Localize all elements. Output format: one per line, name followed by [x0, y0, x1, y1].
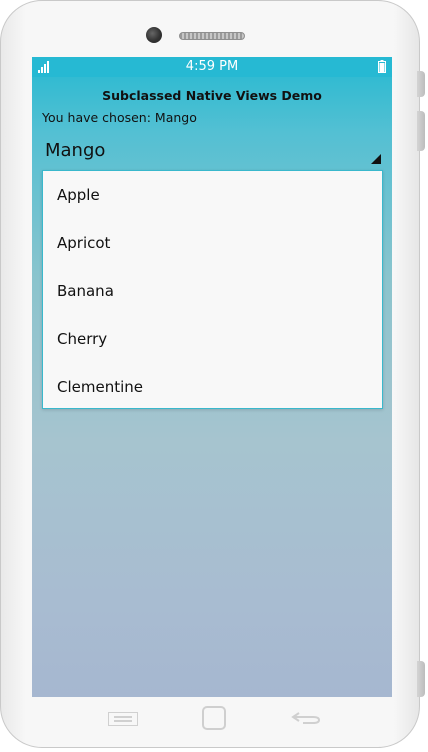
- chosen-label: You have chosen: Mango: [42, 110, 197, 125]
- dropdown-list: Apple Apricot Banana Cherry Clementine: [42, 170, 383, 409]
- menu-icon[interactable]: [108, 712, 138, 726]
- battery-icon: [378, 60, 386, 73]
- status-bar: 4:59 PM: [32, 57, 392, 77]
- back-icon[interactable]: [291, 711, 321, 725]
- dropdown-item-clementine[interactable]: Clementine: [43, 363, 382, 411]
- status-time: 4:59 PM: [185, 59, 239, 74]
- screen: 4:59 PM Subclassed Native Views Demo You…: [32, 57, 392, 697]
- front-camera: [146, 27, 162, 43]
- earpiece-speaker: [179, 32, 245, 40]
- dropdown-item-apricot[interactable]: Apricot: [43, 219, 382, 267]
- navigation-bar: [1, 697, 421, 749]
- dropdown-item-banana[interactable]: Banana: [43, 267, 382, 315]
- page-title: Subclassed Native Views Demo: [102, 88, 322, 103]
- dropdown-arrow-icon: [371, 154, 381, 164]
- volume-down-button[interactable]: [417, 111, 425, 151]
- home-icon[interactable]: [202, 706, 226, 730]
- phone-frame: 4:59 PM Subclassed Native Views Demo You…: [0, 0, 425, 749]
- power-button[interactable]: [417, 661, 425, 697]
- dropdown-item-apple[interactable]: Apple: [43, 171, 382, 219]
- dropdown-item-cherry[interactable]: Cherry: [43, 315, 382, 363]
- volume-up-button[interactable]: [417, 71, 425, 97]
- picker-selected-value: Mango: [45, 140, 106, 161]
- fruit-picker[interactable]: Mango: [42, 136, 387, 166]
